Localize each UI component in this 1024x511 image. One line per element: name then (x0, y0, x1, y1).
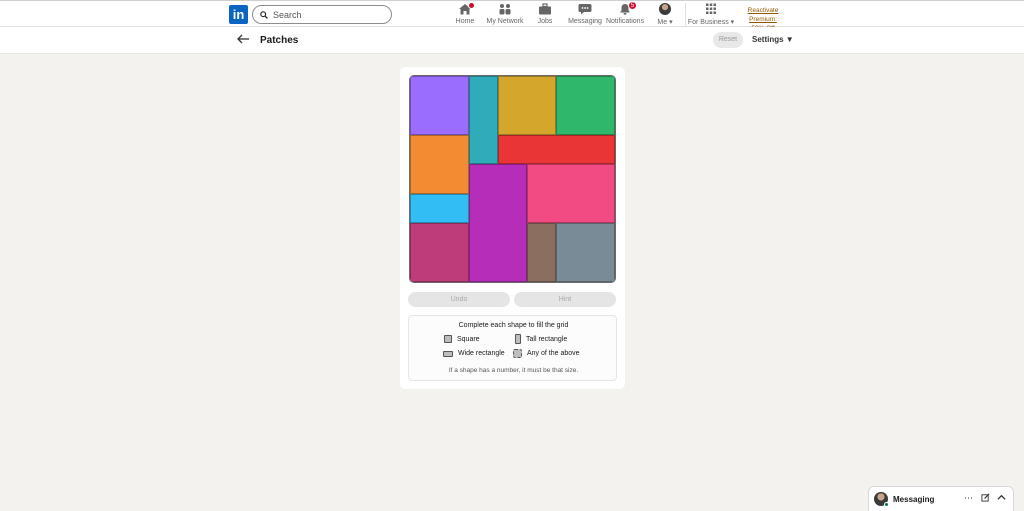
nav-for-business[interactable]: For Business ▾ (687, 3, 735, 26)
legend-note: If a shape has a number, it must be that… (448, 367, 579, 374)
caret-down-icon: ▼ (785, 35, 794, 44)
legend-any: Any of the above (513, 349, 580, 358)
network-icon (499, 4, 511, 15)
nav-home[interactable]: Home (453, 2, 477, 26)
nav-jobs[interactable]: Jobs (535, 3, 555, 26)
nav-messaging[interactable]: Messaging (568, 3, 602, 26)
any-shape-icon (513, 349, 522, 358)
patch-piece[interactable] (556, 76, 615, 135)
chat-icon (578, 4, 592, 15)
nav-for-business-label: For Business ▾ (687, 19, 735, 26)
settings-button[interactable]: Settings ▼ (752, 35, 794, 44)
legend-title: Complete each shape to fill the grid (458, 322, 569, 329)
hint-button[interactable]: Hint (514, 292, 616, 307)
nav-home-label: Home (455, 18, 475, 25)
shape-legend: Complete each shape to fill the grid Squ… (408, 315, 617, 381)
nav-messaging-label: Messaging (568, 18, 602, 25)
legend-wide-label: Wide rectangle (458, 350, 505, 357)
game-header: Patches Reset Settings ▼ (0, 27, 1024, 54)
patch-piece[interactable] (410, 76, 469, 135)
legend-wide: Wide rectangle (443, 350, 505, 357)
grid-icon (706, 3, 716, 14)
search-box[interactable] (252, 5, 392, 24)
compose-icon[interactable] (981, 493, 990, 504)
square-shape-icon (444, 335, 452, 343)
nav-divider (685, 3, 686, 26)
linkedin-logo[interactable]: in (229, 5, 248, 24)
undo-button[interactable]: Undo (408, 292, 510, 307)
search-icon (260, 10, 268, 19)
nav-my-network-label: My Network (486, 18, 524, 25)
briefcase-icon (539, 3, 551, 15)
patch-piece[interactable] (410, 193, 469, 224)
patch-piece[interactable] (527, 164, 615, 224)
patch-piece[interactable] (468, 76, 498, 165)
nav-me[interactable]: Me ▾ (655, 3, 675, 26)
legend-square: Square (444, 335, 480, 343)
nav-me-label: Me ▾ (657, 19, 673, 26)
patch-piece[interactable] (527, 223, 557, 282)
search-input[interactable] (273, 9, 383, 20)
patch-piece[interactable] (410, 223, 469, 282)
notifications-badge: 5 (628, 1, 637, 10)
nav-notifications[interactable]: 5 Notifications (605, 1, 645, 26)
premium-line1: Reactivate Premium: (747, 7, 779, 23)
legend-square-label: Square (457, 335, 480, 343)
patch-piece[interactable] (497, 76, 557, 135)
messaging-dock[interactable]: Messaging ⋯ (868, 486, 1014, 511)
patch-piece[interactable] (556, 223, 615, 282)
nav-my-network[interactable]: My Network (487, 3, 523, 26)
legend-tall: Tall rectangle (515, 334, 567, 344)
legend-any-label: Any of the above (527, 350, 580, 357)
patches-board[interactable] (409, 75, 616, 283)
avatar (659, 3, 671, 15)
patch-piece[interactable] (497, 134, 615, 165)
messaging-label: Messaging (893, 495, 935, 504)
legend-tall-label: Tall rectangle (526, 335, 568, 343)
patch-piece[interactable] (468, 164, 528, 282)
wide-rectangle-icon (443, 350, 453, 357)
more-options-icon[interactable]: ⋯ (964, 493, 973, 504)
chevron-down-icon: ▾ (669, 19, 673, 26)
online-status-dot (884, 502, 889, 507)
back-arrow-icon[interactable] (236, 32, 250, 48)
nav-jobs-label: Jobs (537, 18, 553, 25)
nav-notifications-label: Notifications (605, 18, 645, 25)
patch-piece[interactable] (410, 134, 469, 194)
chevron-up-icon[interactable] (997, 493, 1006, 504)
top-nav: in Home My Network (0, 0, 1024, 32)
page-title: Patches (260, 35, 299, 46)
tall-rectangle-icon (515, 334, 521, 344)
reset-button[interactable]: Reset (713, 32, 743, 48)
home-badge-dot (468, 2, 475, 9)
